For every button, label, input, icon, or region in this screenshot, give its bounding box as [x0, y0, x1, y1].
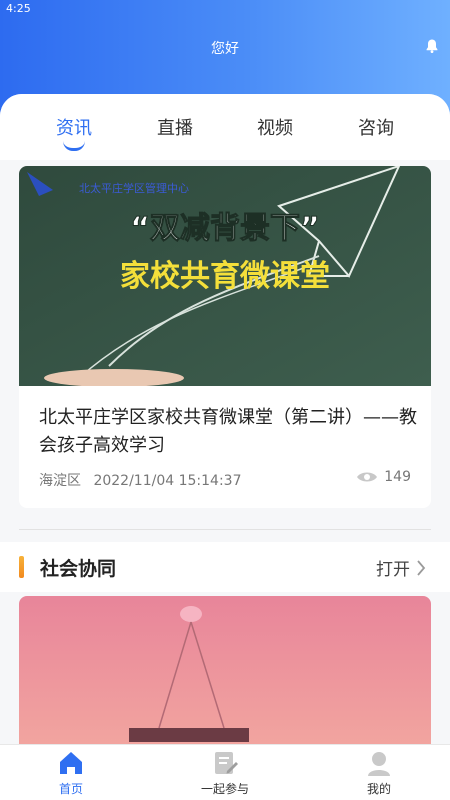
greeting-title: 您好: [211, 41, 239, 57]
section-open-label: 打开: [376, 560, 410, 580]
news-card-image[interactable]: 北太平庄学区管理中心 “双减背景下” 家校共育微课堂: [19, 166, 431, 386]
content-sheet: 资讯 直播 视频 咨询 北太平庄学区管理中心 “双减背景下” 家校共育微课堂 北…: [0, 94, 450, 744]
active-tab-indicator: [63, 141, 85, 151]
nav-participate-label: 一起参与: [200, 782, 249, 796]
eye-icon: [357, 472, 378, 482]
nav-mine-label: 我的: [366, 782, 391, 796]
bell-icon[interactable]: [424, 38, 440, 54]
nav-home[interactable]: 首页: [26, 749, 116, 797]
tab-consult[interactable]: 咨询: [336, 114, 416, 140]
news-card-view-count: 149: [384, 469, 411, 485]
tab-live[interactable]: 直播: [135, 114, 215, 140]
section-open-button[interactable]: 打开: [376, 555, 426, 580]
nav-participate[interactable]: 一起参与: [180, 749, 270, 797]
bottom-nav: 首页 一起参与 我的: [0, 744, 450, 800]
news-card-district: 海淀区: [39, 473, 81, 489]
status-bar-time: 4:25: [6, 2, 31, 15]
news-card-meta: 海淀区 2022/11/04 15:14:37: [39, 470, 241, 490]
section-title: 社会协同: [40, 558, 117, 580]
nav-mine[interactable]: 我的: [334, 749, 424, 797]
user-icon: [368, 752, 390, 776]
image-logo-text: 北太平庄学区管理中心: [79, 181, 189, 195]
edit-note-icon: [215, 752, 238, 774]
section-divider: [19, 529, 431, 530]
chevron-right-icon: [417, 559, 426, 576]
image-subline: 家校共育微课堂: [120, 259, 330, 294]
news-card-views: 149: [356, 469, 411, 485]
tab-bar: 资讯 直播 视频 咨询: [0, 94, 450, 160]
social-collab-image[interactable]: [19, 596, 431, 744]
image-headline: “双减背景下”: [130, 211, 319, 246]
section-accent-bar: [19, 556, 24, 578]
nav-home-label: 首页: [58, 782, 83, 796]
news-card[interactable]: 北太平庄学区管理中心 “双减背景下” 家校共育微课堂 北太平庄学区家校共育微课堂…: [19, 166, 431, 508]
news-card-title[interactable]: 北太平庄学区家校共育微课堂（第二讲）——教会孩子高效学习: [39, 404, 419, 460]
tab-news[interactable]: 资讯: [34, 114, 114, 140]
tab-video[interactable]: 视频: [235, 114, 315, 140]
news-card-datetime: 2022/11/04 15:14:37: [93, 473, 242, 489]
home-icon: [60, 752, 82, 774]
section-header: 社会协同 打开: [0, 542, 450, 592]
